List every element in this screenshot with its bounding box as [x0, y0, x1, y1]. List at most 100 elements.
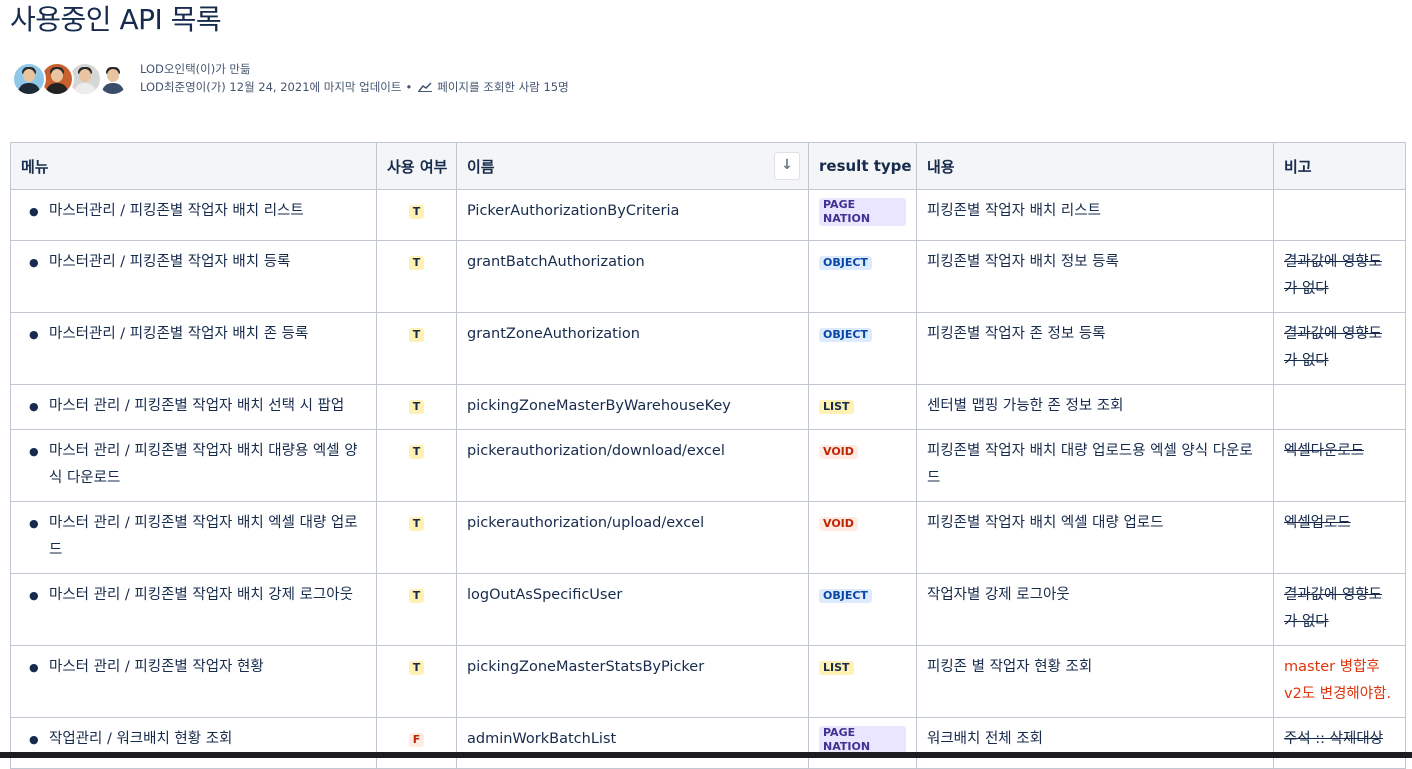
table-row: ● 마스터관리 / 피킹존별 작업자 배치 등록 T grantBatchAuth…: [10, 240, 1406, 313]
use-cell: F: [376, 717, 457, 769]
use-badge: T: [408, 661, 425, 675]
menu-text: 마스터 관리 / 피킹존별 작업자 현황: [49, 659, 264, 675]
table-row: ● 마스터 관리 / 피킹존별 작업자 배치 대량용 엑셀 양식 다운로드 T p…: [10, 429, 1406, 502]
note-cell: 결과값에 영향도가 없다: [1273, 240, 1406, 313]
result-type-badge: LIST: [819, 400, 854, 414]
column-header-result-type[interactable]: result type: [808, 142, 917, 190]
use-cell: T: [376, 429, 457, 502]
column-header-use[interactable]: 사용 여부: [376, 142, 457, 190]
result-type-badge: PAGE NATION: [819, 726, 906, 754]
note-cell: 엑셀다운로드: [1273, 429, 1406, 502]
menu-text: 작업관리 / 워크배치 현황 조회: [49, 731, 233, 747]
content-cell: 피킹존별 작업자 존 정보 등록: [916, 312, 1274, 385]
table-row: ● 마스터 관리 / 피킹존별 작업자 배치 엑셀 대량 업로드 T picker…: [10, 501, 1406, 574]
use-cell: T: [376, 573, 457, 646]
use-badge: T: [408, 205, 425, 219]
menu-text: 마스터관리 / 피킹존별 작업자 배치 등록: [49, 254, 291, 270]
menu-cell: ● 마스터관리 / 피킹존별 작업자 배치 리스트: [10, 189, 377, 241]
table-row: ● 마스터관리 / 피킹존별 작업자 배치 리스트 T PickerAuthori…: [10, 189, 1406, 241]
column-header-menu[interactable]: 메뉴: [10, 142, 377, 190]
api-name-cell: pickerauthorization/download/excel: [456, 429, 809, 502]
result-type-badge: OBJECT: [819, 328, 872, 342]
menu-text: 마스터 관리 / 피킹존별 작업자 배치 대량용 엑셀 양식 다운로드: [49, 443, 358, 486]
menu-text: 마스터관리 / 피킹존별 작업자 배치 존 등록: [49, 326, 309, 342]
table-row: ● 마스터 관리 / 피킹존별 작업자 현황 T pickingZoneMaste…: [10, 645, 1406, 718]
result-type-cell: OBJECT: [808, 573, 917, 646]
use-cell: T: [376, 645, 457, 718]
use-cell: T: [376, 384, 457, 430]
table-row: ● 마스터 관리 / 피킹존별 작업자 배치 선택 시 팝업 T pickingZ…: [10, 384, 1406, 430]
page-views: 페이지를 조회한 사람 15명: [437, 80, 569, 94]
result-type-badge: PAGE NATION: [819, 198, 906, 226]
result-type-cell: LIST: [808, 384, 917, 430]
menu-cell: ● 작업관리 / 워크배치 현황 조회: [10, 717, 377, 769]
use-badge: F: [408, 733, 425, 747]
result-type-cell: OBJECT: [808, 240, 917, 313]
content-cell: 피킹존 별 작업자 현황 조회: [916, 645, 1274, 718]
menu-text: 마스터 관리 / 피킹존별 작업자 배치 엑셀 대량 업로드: [49, 515, 358, 558]
menu-cell: ● 마스터 관리 / 피킹존별 작업자 배치 선택 시 팝업: [10, 384, 377, 430]
avatar[interactable]: [12, 62, 46, 96]
byline-separator: •: [405, 80, 413, 94]
note-cell: 주석 :: 삭제대상: [1273, 717, 1406, 769]
use-badge: T: [408, 517, 425, 531]
api-name-cell: pickerauthorization/upload/excel: [456, 501, 809, 574]
page-views-link[interactable]: 페이지를 조회한 사람 15명: [418, 80, 569, 94]
result-type-badge: VOID: [819, 445, 858, 459]
use-badge: T: [408, 589, 425, 603]
menu-cell: ● 마스터관리 / 피킹존별 작업자 배치 존 등록: [10, 312, 377, 385]
api-name-cell: logOutAsSpecificUser: [456, 573, 809, 646]
menu-text: 마스터관리 / 피킹존별 작업자 배치 리스트: [49, 203, 304, 219]
use-badge: T: [408, 400, 425, 414]
api-name-cell: grantZoneAuthorization: [456, 312, 809, 385]
result-type-cell: LIST: [808, 645, 917, 718]
note-cell: 엑셀업로드: [1273, 501, 1406, 574]
result-type-cell: PAGE NATION: [808, 717, 917, 769]
menu-cell: ● 마스터 관리 / 피킹존별 작업자 배치 대량용 엑셀 양식 다운로드: [10, 429, 377, 502]
page-title: 사용중인 API 목록: [10, 3, 222, 36]
column-header-content[interactable]: 내용: [916, 142, 1274, 190]
result-type-cell: OBJECT: [808, 312, 917, 385]
api-name-cell: PickerAuthorizationByCriteria: [456, 189, 809, 241]
result-type-cell: PAGE NATION: [808, 189, 917, 241]
result-type-badge: OBJECT: [819, 589, 872, 603]
api-name-cell: pickingZoneMasterStatsByPicker: [456, 645, 809, 718]
analytics-icon: [418, 82, 433, 92]
note-cell: 결과값에 영향도가 없다: [1273, 573, 1406, 646]
result-type-cell: VOID: [808, 501, 917, 574]
column-header-note[interactable]: 비고: [1273, 142, 1406, 190]
table-row: ● 마스터관리 / 피킹존별 작업자 배치 존 등록 T grantZoneAut…: [10, 312, 1406, 385]
result-type-cell: VOID: [808, 429, 917, 502]
use-cell: T: [376, 501, 457, 574]
table-row: ● 마스터 관리 / 피킹존별 작업자 배치 강제 로그아웃 T logOutAs…: [10, 573, 1406, 646]
result-type-badge: LIST: [819, 661, 854, 675]
window-bottom-edge: [0, 752, 1412, 758]
content-cell: 워크배치 전체 조회: [916, 717, 1274, 769]
api-name-cell: pickingZoneMasterByWarehouseKey: [456, 384, 809, 430]
created-by[interactable]: LOD오인택(이)가 만듦: [140, 60, 569, 78]
table-header-row: 메뉴 사용 여부 이름 ↓ result type 내용 비고: [10, 142, 1406, 190]
use-badge: T: [408, 256, 425, 270]
use-cell: T: [376, 312, 457, 385]
menu-text: 마스터 관리 / 피킹존별 작업자 배치 선택 시 팝업: [49, 398, 345, 414]
api-table: 메뉴 사용 여부 이름 ↓ result type 내용 비고 ● 마스터관리 / …: [10, 142, 1406, 769]
menu-cell: ● 마스터관리 / 피킹존별 작업자 배치 등록: [10, 240, 377, 313]
result-type-badge: OBJECT: [819, 256, 872, 270]
menu-text: 마스터 관리 / 피킹존별 작업자 배치 강제 로그아웃: [49, 587, 353, 603]
note-cell: [1273, 384, 1406, 430]
note-cell: master 병합후 v2도 변경해야함.: [1273, 645, 1406, 718]
column-header-name[interactable]: 이름 ↓: [456, 142, 809, 190]
menu-cell: ● 마스터 관리 / 피킹존별 작업자 배치 강제 로그아웃: [10, 573, 377, 646]
content-cell: 피킹존별 작업자 배치 리스트: [916, 189, 1274, 241]
use-badge: T: [408, 328, 425, 342]
note-cell: 결과값에 영향도가 없다: [1273, 312, 1406, 385]
api-name-cell: grantBatchAuthorization: [456, 240, 809, 313]
last-updated[interactable]: LOD최준영이(가) 12월 24, 2021에 마지막 업데이트: [140, 80, 401, 94]
sort-arrow-icon[interactable]: ↓: [774, 152, 800, 180]
result-type-badge: VOID: [819, 517, 858, 531]
content-cell: 작업자별 강제 로그아웃: [916, 573, 1274, 646]
api-name-cell: adminWorkBatchList: [456, 717, 809, 769]
menu-cell: ● 마스터 관리 / 피킹존별 작업자 배치 엑셀 대량 업로드: [10, 501, 377, 574]
content-cell: 센터별 맵핑 가능한 존 정보 조회: [916, 384, 1274, 430]
use-badge: T: [408, 445, 425, 459]
